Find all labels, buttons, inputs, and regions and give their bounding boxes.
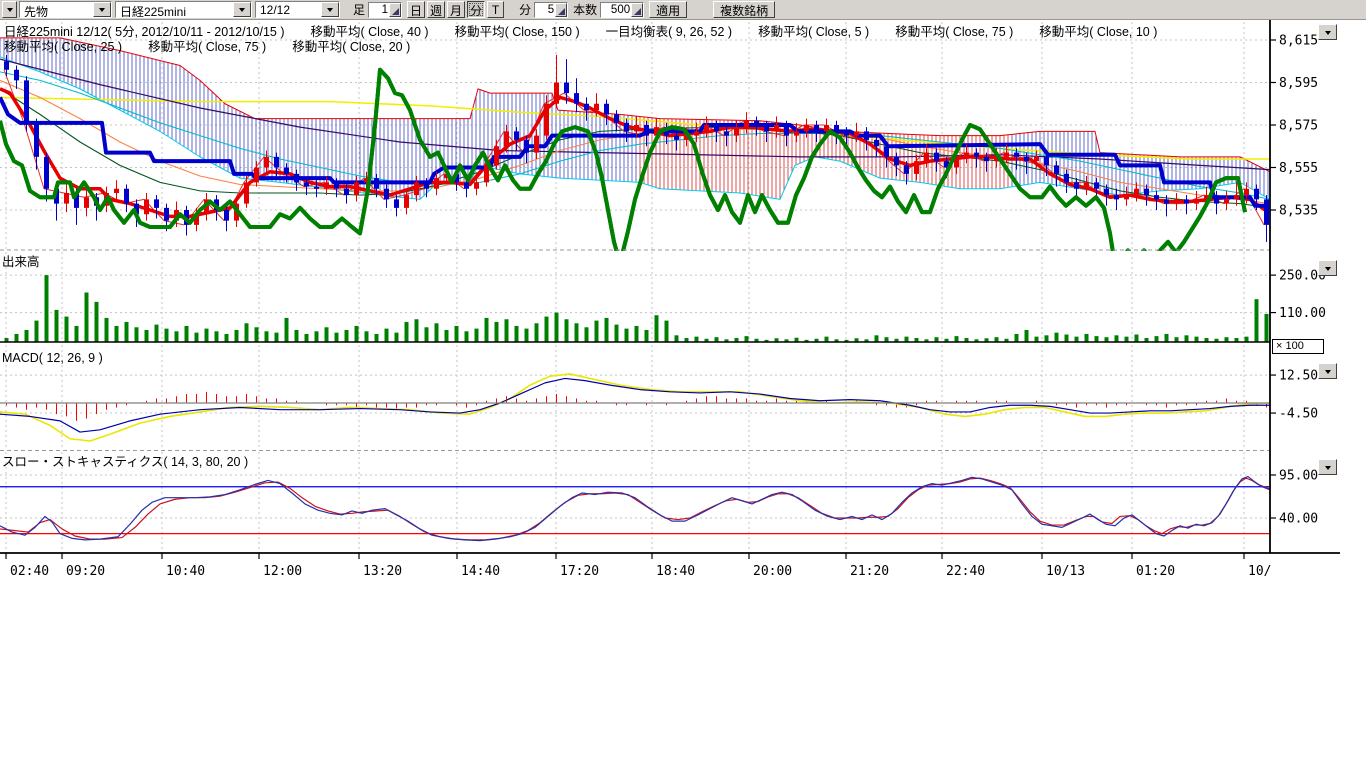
bars-count-stepper[interactable] <box>600 2 644 18</box>
bars-count-input[interactable] <box>601 4 631 16</box>
time-axis-label: 17:20 <box>560 564 599 579</box>
app-window: 8,6158,5958,5758,5558,535250.00110.0012.… <box>0 0 1366 768</box>
period-day-button[interactable]: 日 <box>407 1 425 18</box>
indicator-header-row2: 移動平均( Close, 25 ) 移動平均( Close, 75 ) 移動平均( … <box>4 36 436 55</box>
indicator-label: 移動平均( Close, 75 ) <box>148 40 266 54</box>
volume-panel <box>5 275 1269 342</box>
contract-month-select[interactable]: 12/12 <box>255 1 340 18</box>
multi-symbol-button[interactable]: 複数銘柄 <box>713 1 775 18</box>
toolbar: 先物 日経225mini 12/12 足 日 週 月 分 T 分 本数 <box>0 0 1366 20</box>
axis-tick-label: -4.50 <box>1279 407 1318 422</box>
time-axis-label: 22:40 <box>946 564 985 579</box>
chart-canvas[interactable]: 8,6158,5958,5758,5558,535250.00110.0012.… <box>0 0 1366 768</box>
time-axis-label: 12:00 <box>263 564 302 579</box>
time-axis-label: 18:40 <box>656 564 695 579</box>
indicator-label: 移動平均( Close, 25 ) <box>4 40 122 54</box>
stochastics-panel <box>0 477 1270 541</box>
macd-panel <box>0 374 1270 441</box>
time-axis-label: 20:00 <box>753 564 792 579</box>
left-dropdown-button[interactable] <box>2 1 17 18</box>
period-week-button[interactable]: 週 <box>427 1 445 18</box>
chevron-down-icon <box>1325 370 1331 377</box>
apply-button[interactable]: 適用 <box>649 1 687 18</box>
chevron-down-icon <box>1325 466 1331 473</box>
contract-month-value: 12/12 <box>256 2 321 17</box>
indicator-label: 移動平均( Close, 20 ) <box>292 40 410 54</box>
instrument-type-value: 先物 <box>20 2 93 17</box>
chevron-down-icon[interactable] <box>93 2 111 17</box>
price-panel <box>0 38 1270 263</box>
symbol-value: 日経225mini <box>116 2 233 17</box>
time-axis-label: 21:20 <box>850 564 889 579</box>
minute-stepper[interactable] <box>534 2 568 18</box>
chevron-down-icon <box>1325 31 1331 38</box>
volume-panel-collapse-button[interactable] <box>1318 260 1337 276</box>
volume-multiplier-badge: × 100 <box>1272 339 1324 354</box>
indicator-label: 移動平均( Close, 10 ) <box>1039 25 1157 39</box>
time-axis-label: 13:20 <box>363 564 402 579</box>
minute-label: 分 <box>519 1 531 18</box>
axis-tick-label: 12.50 <box>1279 369 1318 384</box>
period-tick-button[interactable]: T <box>487 1 504 18</box>
axis-tick-label: 8,575 <box>1279 119 1318 134</box>
axis-tick-label: 8,615 <box>1279 34 1318 49</box>
time-axis-label: 02:40 <box>10 564 49 579</box>
stochastics-panel-collapse-button[interactable] <box>1318 459 1337 475</box>
price-panel-collapse-button[interactable] <box>1318 24 1337 40</box>
time-axis-label: 14:40 <box>461 564 500 579</box>
time-axis-label: 09:20 <box>66 564 105 579</box>
symbol-select[interactable]: 日経225mini <box>115 1 252 18</box>
instrument-type-select[interactable]: 先物 <box>19 1 112 18</box>
axis-tick-label: 8,535 <box>1279 204 1318 219</box>
spinner-icon[interactable] <box>631 3 643 17</box>
period-month-button[interactable]: 月 <box>447 1 465 18</box>
axes: 8,6158,5958,5758,5558,535250.00110.0012.… <box>0 20 1340 579</box>
indicator-label: 移動平均( Close, 150 ) <box>455 25 580 39</box>
time-axis-label: 10:40 <box>166 564 205 579</box>
axis-tick-label: 8,595 <box>1279 76 1318 91</box>
time-axis-label: 10/ <box>1248 564 1271 579</box>
axis-tick-label: 40.00 <box>1279 512 1318 527</box>
chevron-down-icon[interactable] <box>321 2 339 17</box>
period-minute-button[interactable]: 分 <box>467 1 485 18</box>
spinner-icon[interactable] <box>555 3 567 17</box>
volume-panel-label: 出来高 <box>2 251 40 270</box>
bar-interval-input[interactable] <box>369 4 389 16</box>
indicator-label: 一目均衡表( 9, 26, 52 ) <box>606 25 732 39</box>
time-axis-label: 10/13 <box>1046 564 1085 579</box>
spinner-icon[interactable] <box>389 3 401 17</box>
macd-panel-label: MACD( 12, 26, 9 ) <box>2 351 103 365</box>
bar-label: 足 <box>353 1 365 18</box>
bars-count-label: 本数 <box>573 1 597 18</box>
chevron-down-icon <box>7 8 13 15</box>
axis-tick-label: 95.00 <box>1279 469 1318 484</box>
time-axis-label: 01:20 <box>1136 564 1175 579</box>
axis-tick-label: 8,555 <box>1279 161 1318 176</box>
stochastics-panel-label: スロー・ストキャスティクス( 14, 3, 80, 20 ) <box>2 451 248 470</box>
indicator-label: 移動平均( Close, 5 ) <box>758 25 869 39</box>
indicator-label: 移動平均( Close, 75 ) <box>895 25 1013 39</box>
minute-input[interactable] <box>535 4 555 16</box>
chevron-down-icon <box>1325 267 1331 274</box>
macd-panel-collapse-button[interactable] <box>1318 363 1337 379</box>
axis-tick-label: 110.00 <box>1279 306 1326 321</box>
bar-interval-stepper[interactable] <box>368 2 402 18</box>
chevron-down-icon[interactable] <box>233 2 251 17</box>
